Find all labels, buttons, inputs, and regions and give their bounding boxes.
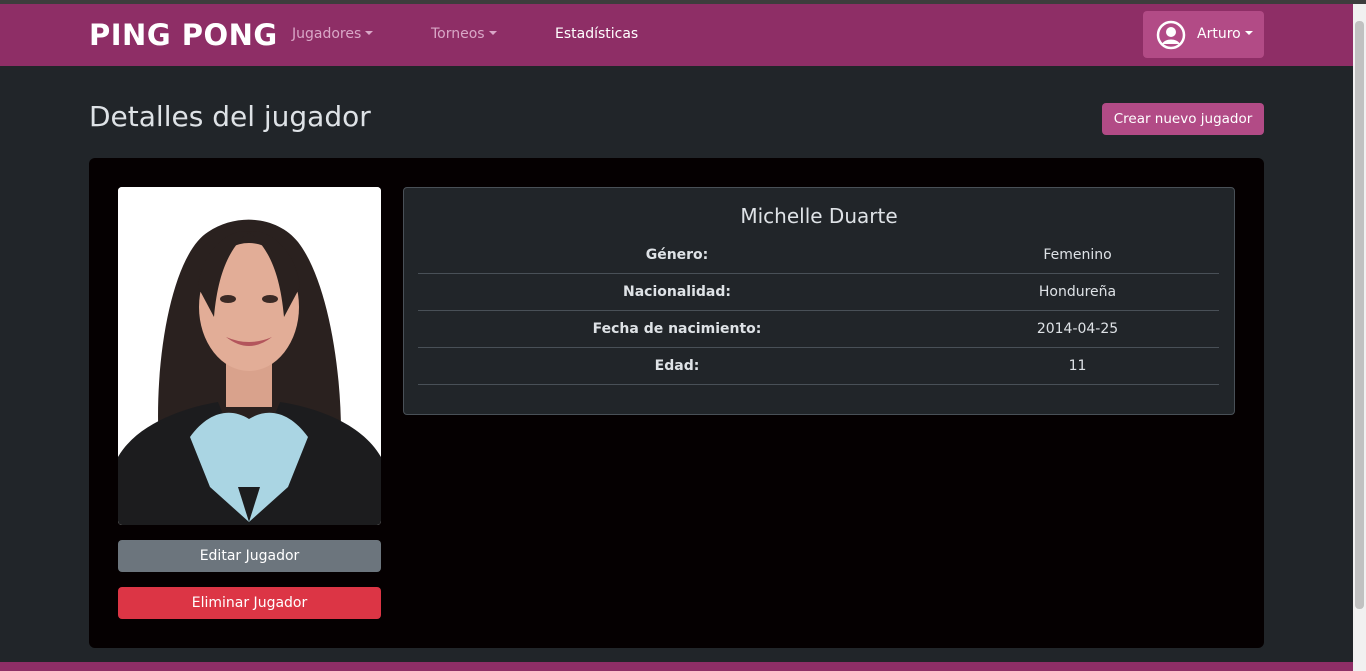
user-circle-icon — [1156, 20, 1186, 50]
nav-jugadores-label: Jugadores — [292, 26, 362, 42]
table-row: Género: Femenino — [418, 237, 1219, 274]
nav-estadisticas-link[interactable]: Estadísticas — [555, 26, 638, 42]
delete-player-button[interactable]: Eliminar Jugador — [118, 587, 381, 619]
caret-down-icon — [1244, 31, 1253, 35]
nav-torneos-dropdown[interactable]: Torneos — [431, 26, 497, 42]
player-details-table: Género: Femenino Nacionalidad: Hondureña… — [418, 237, 1219, 385]
edit-player-button[interactable]: Editar Jugador — [118, 540, 381, 572]
table-row: Nacionalidad: Hondureña — [418, 273, 1219, 311]
nav-torneos-label: Torneos — [431, 26, 485, 42]
caret-down-icon — [365, 31, 374, 35]
field-label: Género: — [418, 237, 936, 274]
field-value: Hondureña — [936, 273, 1219, 311]
caret-down-icon — [488, 31, 497, 35]
create-player-button[interactable]: Crear nuevo jugador — [1102, 103, 1264, 135]
player-name: Michelle Duarte — [740, 204, 898, 228]
field-value: 2014-04-25 — [936, 310, 1219, 348]
scrollbar-thumb[interactable] — [1355, 21, 1364, 609]
field-value: 11 — [936, 347, 1219, 385]
table-row: Edad: 11 — [418, 347, 1219, 385]
player-info-card: Michelle Duarte Género: Femenino Naciona… — [403, 187, 1235, 415]
user-name: Arturo — [1197, 26, 1241, 42]
vertical-scrollbar[interactable] — [1353, 4, 1366, 671]
user-menu-button[interactable]: Arturo — [1143, 11, 1264, 58]
field-label: Fecha de nacimiento: — [418, 310, 936, 348]
player-details-panel: Editar Jugador Eliminar Jugador Michelle… — [89, 158, 1264, 648]
table-row: Fecha de nacimiento: 2014-04-25 — [418, 310, 1219, 348]
field-label: Edad: — [418, 347, 936, 385]
field-value: Femenino — [936, 237, 1219, 274]
page-title: Detalles del jugador — [89, 100, 371, 133]
player-photo — [118, 187, 381, 525]
brand-logo[interactable]: PING PONG — [89, 18, 278, 52]
top-navbar: PING PONG Jugadores Torneos Estadísticas… — [0, 4, 1353, 66]
field-label: Nacionalidad: — [418, 273, 936, 311]
nav-jugadores-dropdown[interactable]: Jugadores — [292, 26, 374, 42]
footer-bar — [0, 662, 1353, 671]
user-menu-label: Arturo — [1197, 26, 1253, 42]
